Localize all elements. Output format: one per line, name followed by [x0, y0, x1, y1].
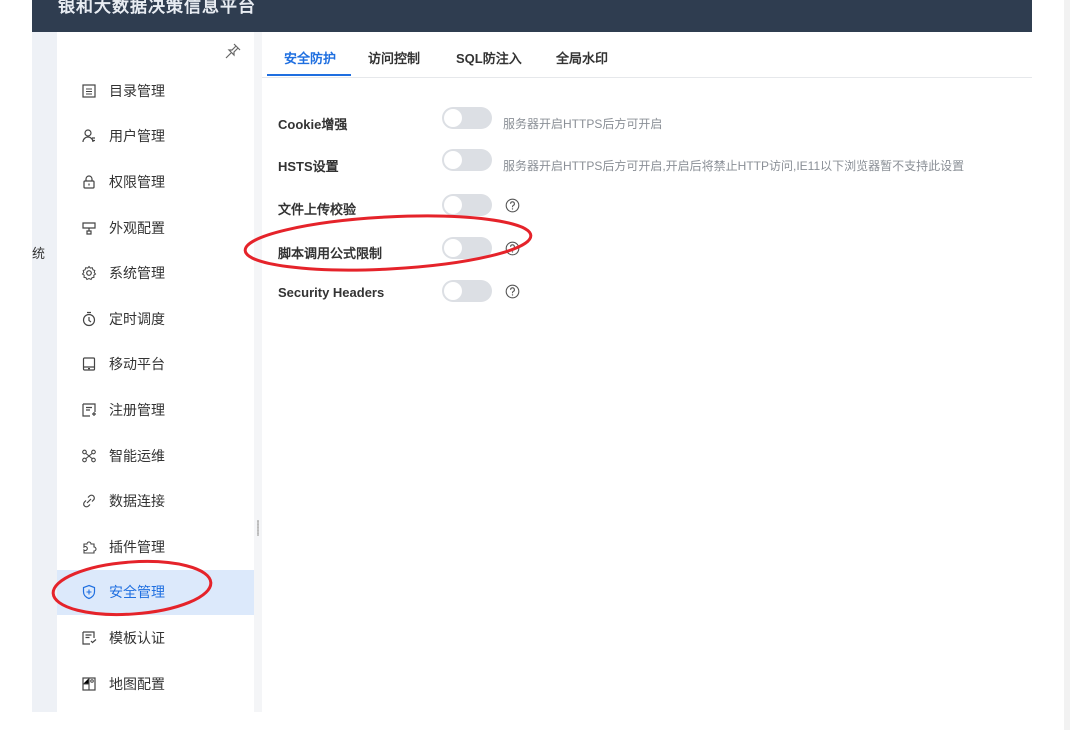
tab-security-protection[interactable]: 安全防护: [284, 48, 336, 67]
sidebar-item-label: 智能运维: [109, 447, 165, 464]
sidebar-item-map[interactable]: 地图配置: [57, 661, 254, 707]
toggle-knob: [444, 151, 462, 169]
sidebar-item-label: 用户管理: [109, 128, 165, 145]
user-icon: [81, 128, 97, 144]
list-icon: [81, 83, 97, 99]
pin-icon[interactable]: [224, 42, 242, 60]
sidebar-item-security[interactable]: 安全管理: [57, 569, 254, 616]
setting-hint-cookie: 服务器开启HTTPS后方可开启: [503, 117, 663, 131]
sidebar-item-label: 系统管理: [109, 265, 165, 282]
sidebar-menu: 目录管理 用户管理 权限管理 外观配置 系统管理 定时调度 移动平台 注册管理 …: [57, 68, 254, 706]
tab-global-watermark[interactable]: 全局水印: [556, 48, 608, 67]
sidebar-item-schedule[interactable]: 定时调度: [57, 296, 254, 342]
tab-sql-injection[interactable]: SQL防注入: [456, 48, 522, 67]
template-icon: [81, 630, 97, 646]
sidebar-item-label: 外观配置: [109, 219, 165, 236]
sidebar-item-label: 模板认证: [109, 629, 165, 646]
sidebar-item-data-connection[interactable]: 数据连接: [57, 478, 254, 524]
script-formula-toggle[interactable]: [442, 237, 492, 259]
sidebar-item-catalog[interactable]: 目录管理: [57, 68, 254, 114]
help-icon[interactable]: [505, 284, 520, 299]
outer-nav-strip: [32, 32, 57, 712]
setting-label-file-upload: 文件上传校验: [278, 202, 357, 217]
setting-label-security-headers: Security Headers: [278, 285, 385, 300]
sidebar-item-label: 数据连接: [109, 493, 165, 510]
toggle-knob: [444, 196, 462, 214]
gear-icon: [81, 265, 97, 281]
lock-icon: [81, 174, 97, 190]
setting-hint-hsts: 服务器开启HTTPS后方可开启,开启后将禁止HTTP访问,IE11以下浏览器暂不…: [503, 159, 965, 173]
main-panel: [262, 32, 1032, 712]
appearance-icon: [81, 220, 97, 236]
sidebar-item-label: 移动平台: [109, 356, 165, 373]
setting-label-script-formula: 脚本调用公式限制: [278, 246, 383, 261]
tab-bar: 安全防护 访问控制 SQL防注入 全局水印: [262, 32, 1032, 78]
active-tab-indicator: [267, 74, 351, 76]
link-icon: [81, 493, 97, 509]
security-headers-toggle[interactable]: [442, 280, 492, 302]
sidebar-item-label: 定时调度: [109, 310, 165, 327]
setting-label-hsts: HSTS设置: [278, 159, 339, 174]
app-header: 银和大数据决策信息平台: [32, 0, 1032, 32]
shield-icon: [81, 584, 97, 600]
sidebar-item-label: 地图配置: [109, 675, 165, 692]
sidebar-item-system[interactable]: 系统管理: [57, 250, 254, 296]
tab-access-control[interactable]: 访问控制: [368, 48, 420, 67]
toggle-knob: [444, 239, 462, 257]
ops-icon: [81, 448, 97, 464]
sidebar-item-label: 插件管理: [109, 538, 165, 555]
sidebar-item-template-auth[interactable]: 模板认证: [57, 615, 254, 661]
app-title: 银和大数据决策信息平台: [58, 0, 256, 16]
panel-splitter[interactable]: [254, 32, 262, 712]
sidebar-item-appearance[interactable]: 外观配置: [57, 205, 254, 251]
puzzle-icon: [81, 539, 97, 555]
sidebar-item-plugins[interactable]: 插件管理: [57, 524, 254, 570]
register-icon: [81, 402, 97, 418]
help-icon[interactable]: [505, 241, 520, 256]
file-upload-toggle[interactable]: [442, 194, 492, 216]
sidebar-item-label: 权限管理: [109, 173, 165, 190]
sidebar-item-register[interactable]: 注册管理: [57, 387, 254, 433]
sidebar-item-label: 注册管理: [109, 401, 165, 418]
cookie-toggle[interactable]: [442, 107, 492, 129]
outer-nav-label: 统: [32, 246, 46, 261]
sidebar-item-permissions[interactable]: 权限管理: [57, 159, 254, 205]
map-icon: [81, 676, 97, 692]
sidebar-item-label: 目录管理: [109, 82, 165, 99]
sidebar-item-ops[interactable]: 智能运维: [57, 433, 254, 479]
toggle-knob: [444, 282, 462, 300]
mobile-icon: [81, 356, 97, 372]
help-icon[interactable]: [505, 198, 520, 213]
setting-label-cookie: Cookie增强: [278, 117, 348, 132]
sidebar-item-label: 安全管理: [109, 584, 165, 601]
sidebar-item-mobile[interactable]: 移动平台: [57, 342, 254, 388]
splitter-grip-icon[interactable]: [257, 520, 259, 536]
page-scrollbar[interactable]: [1064, 0, 1070, 730]
toggle-knob: [444, 109, 462, 127]
sidebar-item-users[interactable]: 用户管理: [57, 114, 254, 160]
timer-icon: [81, 311, 97, 327]
hsts-toggle[interactable]: [442, 149, 492, 171]
